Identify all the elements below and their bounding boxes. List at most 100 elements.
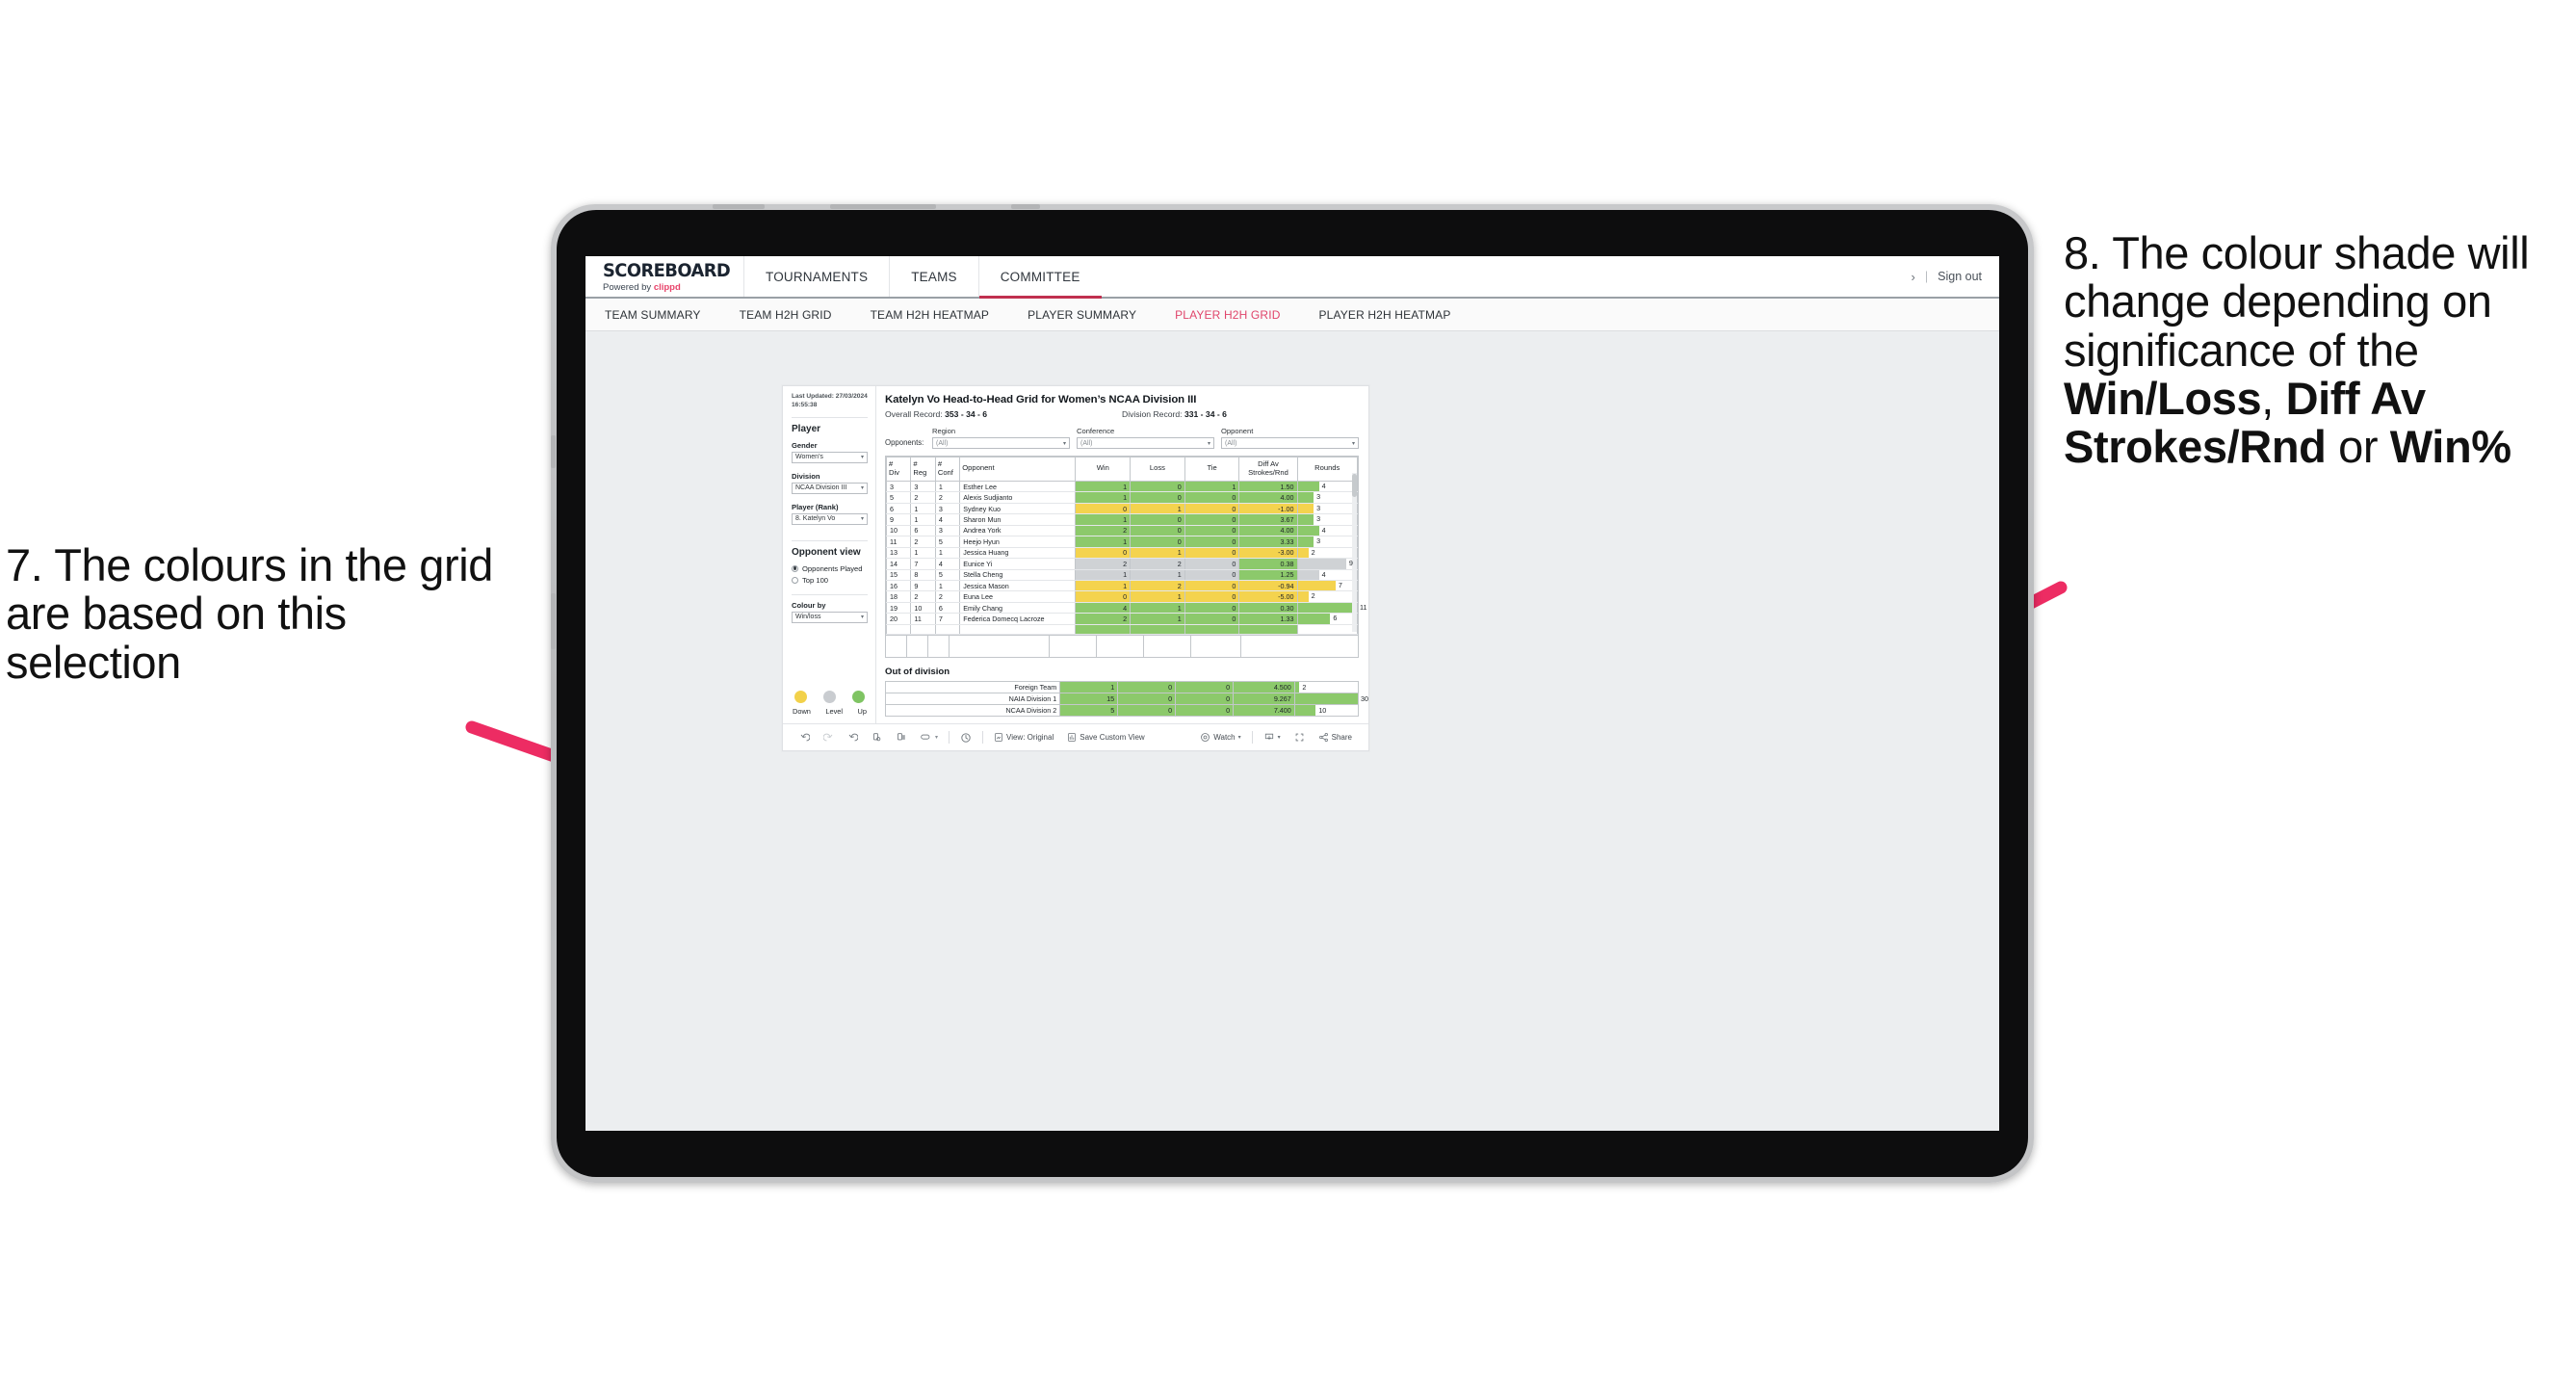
visualization-card: Last Updated: 27/03/2024 16:55:38 Player… [782, 385, 1369, 751]
colour-by-select[interactable]: Win/loss ▾ [792, 611, 868, 623]
radio-opponents-played[interactable]: Opponents Played [792, 564, 868, 573]
highlight-tool-button[interactable]: ▾ [913, 732, 945, 743]
legend-dot-level [823, 691, 836, 703]
table-row[interactable]: 18 2 2 Euna Lee 0 1 0 -5.00 2 [885, 590, 1359, 603]
cell-conf: 1 [934, 580, 961, 592]
nav-item-teams[interactable]: TEAMS [889, 256, 978, 297]
toolbar-right-group: Watch ▾ ▾ Share [1193, 731, 1359, 744]
out-of-division-title: Out of division [885, 667, 950, 678]
pause-updates-button[interactable] [889, 732, 913, 743]
cell-diff-av-strokes: 7.400 [1233, 704, 1295, 718]
col-header-reg[interactable]: # Reg [910, 457, 936, 482]
nav-item-committee[interactable]: COMMITTEE [977, 256, 1102, 299]
out-of-division-row[interactable]: NCAA Division 2 5 0 0 7.400 10 [884, 704, 1360, 718]
undo-button[interactable] [793, 732, 817, 743]
table-row[interactable]: 15 8 5 Stella Cheng 1 1 0 1.25 4 [885, 569, 1359, 582]
cell-div: 19 [885, 602, 912, 615]
col-header-win[interactable]: Win [1075, 457, 1132, 482]
cell-reg: 10 [910, 602, 936, 615]
rounds-value: 10 [1318, 705, 1327, 715]
player-rank-select[interactable]: 8. Katelyn Vo ▾ [792, 512, 868, 525]
table-row[interactable]: 5 2 2 Alexis Sudjianto 1 0 0 4.00 3 [885, 491, 1359, 504]
view-original-button[interactable]: View: Original [987, 732, 1060, 743]
table-row[interactable]: 14 7 4 Eunice Yi 2 2 0 0.38 9 [885, 558, 1359, 570]
out-of-division-row[interactable]: NAIA Division 1 15 0 0 9.267 30 [884, 693, 1368, 706]
gender-select[interactable]: Women’s ▾ [792, 451, 868, 463]
colour-by-label: Colour by [792, 600, 826, 610]
chevron-down-icon[interactable]: ▾ [1278, 734, 1281, 741]
nav-item-tournaments[interactable]: TOURNAMENTS [743, 256, 889, 297]
rounds-value: 4 [1321, 569, 1326, 579]
cell-div: 18 [885, 590, 912, 603]
watch-button[interactable]: Watch ▾ [1193, 732, 1247, 743]
region-select[interactable]: (All) ▾ [932, 437, 1070, 449]
cell-rounds: 3 [1296, 513, 1359, 526]
cell-tie: 0 [1184, 558, 1240, 570]
cell-conf: 1 [934, 547, 961, 560]
table-row[interactable]: 19 10 6 Emily Chang 4 1 0 0.30 11 [885, 602, 1366, 615]
out-of-division-row[interactable]: Foreign Team 1 0 0 4.500 2 [884, 681, 1360, 694]
colour-legend: Down Level Up [792, 691, 868, 719]
opponent-select[interactable]: (All) ▾ [1221, 437, 1359, 449]
col-header-div[interactable]: # Div [885, 457, 912, 482]
share-button[interactable]: Share [1312, 732, 1359, 743]
col-header-rounds[interactable]: Rounds [1296, 457, 1359, 482]
revert-button[interactable] [841, 732, 865, 743]
col-header-conf[interactable]: # Conf [934, 457, 961, 482]
table-row[interactable]: 11 2 5 Heejo Hyun 1 0 0 3.33 3 [885, 536, 1359, 548]
table-row[interactable]: 10 6 3 Andrea York 2 0 0 4.00 4 [885, 525, 1359, 537]
sign-out-button[interactable]: Sign out [1938, 270, 1982, 283]
tablet-device-frame: SCOREBOARD Powered by clippd TOURNAMENTS… [551, 204, 2034, 1183]
cell-tie: 0 [1184, 536, 1240, 548]
chevron-down-icon[interactable]: ▾ [1238, 734, 1241, 741]
table-row[interactable]: 13 1 1 Jessica Huang 0 1 0 -3.00 2 [885, 547, 1359, 560]
annotation-8-or: or [2326, 421, 2390, 473]
rounds-value: 2 [1311, 591, 1315, 601]
radio-top-100[interactable]: Top 100 [792, 576, 868, 585]
table-header-row: #Div #Reg #Conf Opponent Win Loss Tie [885, 457, 1359, 482]
table-row[interactable]: 9 1 4 Sharon Mun 1 0 0 3.67 3 [885, 513, 1359, 526]
cell-rounds: 4 [1296, 569, 1359, 582]
cell-rounds: 30 [1293, 693, 1368, 706]
opponent-filter: Opponent (All) ▾ [1221, 427, 1359, 449]
slide-canvas: 7. The colours in the grid are based on … [0, 0, 2576, 1386]
table-row[interactable]: 6 1 3 Sydney Kuo 0 1 0 -1.00 3 [885, 503, 1359, 515]
rounds-value: 6 [1333, 614, 1338, 623]
table-footer-cell [1097, 636, 1144, 658]
refresh-data-button[interactable] [865, 732, 889, 743]
table-row[interactable]: 16 9 1 Jessica Mason 1 2 0 -0.94 7 [885, 580, 1359, 592]
h2h-table-container[interactable]: #Div #Reg #Conf Opponent Win Loss Tie [885, 456, 1366, 659]
save-custom-view-button[interactable]: Save Custom View [1060, 732, 1151, 743]
subnav-item-team-h2h-grid[interactable]: TEAM H2H GRID [720, 308, 851, 322]
cell-loss: 2 [1130, 558, 1185, 570]
secondary-nav: TEAM SUMMARY TEAM H2H GRID TEAM H2H HEAT… [585, 299, 1999, 331]
subnav-item-team-h2h-heatmap[interactable]: TEAM H2H HEATMAP [851, 308, 1009, 322]
redo-button[interactable] [817, 732, 841, 743]
cell-rounds: 9 [1296, 558, 1359, 570]
subnav-item-player-summary[interactable]: PLAYER SUMMARY [1008, 308, 1156, 322]
table-row[interactable]: 3 3 1 Esther Lee 1 0 1 1.50 4 [885, 481, 1359, 493]
col-header-loss[interactable]: Loss [1130, 457, 1185, 482]
cell-tie: 1 [1184, 481, 1240, 493]
conference-select[interactable]: (All) ▾ [1077, 437, 1214, 449]
history-button[interactable] [953, 732, 978, 744]
subnav-item-player-h2h-heatmap[interactable]: PLAYER H2H HEATMAP [1300, 308, 1470, 322]
cell-rounds: 4 [1296, 481, 1359, 493]
col-header-opponent[interactable]: Opponent [959, 457, 1077, 482]
chevron-right-icon[interactable]: › [1912, 270, 1915, 284]
out-of-division-body: Foreign Team 1 0 0 4.500 2 NAIA Division 1 15 0 0… [884, 681, 1368, 718]
col-header-tie[interactable]: Tie [1184, 457, 1240, 482]
rounds-bar [1297, 536, 1314, 547]
download-button[interactable]: ▾ [1257, 732, 1288, 743]
table-row[interactable]: 20 11 7 Federica Domecq Lacroze 2 1 0 1.33 6 [885, 613, 1359, 625]
col-header-diff-av-strokes[interactable]: Diff Av Strokes/Rnd [1238, 457, 1298, 482]
chevron-down-icon[interactable]: ▾ [935, 734, 938, 741]
subnav-item-team-summary[interactable]: TEAM SUMMARY [601, 308, 720, 322]
division-record-label: Division Record: [1122, 409, 1184, 419]
brand-logo[interactable]: SCOREBOARD Powered by clippd [585, 256, 743, 297]
annotation-8-comma: , [2261, 372, 2286, 424]
subnav-item-player-h2h-grid[interactable]: PLAYER H2H GRID [1156, 308, 1299, 322]
fullscreen-button[interactable] [1288, 732, 1312, 743]
division-select[interactable]: NCAA Division III ▾ [792, 482, 868, 494]
cell-tie: 0 [1184, 503, 1240, 515]
